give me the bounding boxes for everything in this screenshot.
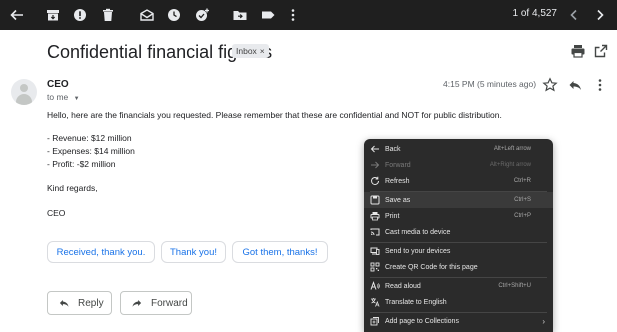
gmail-toolbar: 1 of 4,527 [0,0,617,30]
save-icon [370,195,380,205]
collections-icon [370,317,379,326]
email-body-greeting: Hello, here are the financials you reque… [47,110,502,120]
email-body-expenses: - Expenses: $14 million [47,146,135,156]
ctx-send-devices[interactable]: Send to your devices [364,243,553,259]
smart-reply-2[interactable]: Thank you! [161,241,226,263]
ctx-forward-label: Forward [385,161,411,169]
sender-name[interactable]: CEO [47,79,69,90]
print-icon [370,212,380,221]
back-arrow-icon[interactable] [7,5,27,25]
reply-button-label: Reply [78,297,104,309]
ctx-refresh-shortcut: Ctrl+R [513,178,531,184]
smart-reply-1[interactable]: Received, thank you. [47,241,155,263]
ctx-send-devices-label: Send to your devices [385,247,451,255]
ctx-translate[interactable]: Translate to English [364,294,553,310]
chevron-right-icon: › [542,316,545,326]
inbox-label-text: Inbox [236,46,257,56]
ctx-read-aloud[interactable]: Read aloud Ctrl+Shift+U [364,278,553,294]
ctx-read-aloud-label: Read aloud [385,282,421,290]
reply-icon [59,300,69,307]
archive-icon[interactable] [43,5,63,25]
recipient-text: to me [47,92,69,102]
print-all-icon[interactable] [570,43,586,59]
ctx-refresh[interactable]: Refresh Ctrl+R [364,173,553,189]
snooze-icon[interactable] [164,5,184,25]
add-to-tasks-icon[interactable] [192,5,212,25]
ctx-cast[interactable]: Cast media to device [364,224,553,240]
remove-label-icon[interactable]: × [260,46,265,56]
ctx-refresh-label: Refresh [385,177,410,185]
more-vert-icon[interactable] [283,5,303,25]
ctx-back[interactable]: Back Alt+Left arrow [364,141,553,157]
report-spam-icon[interactable] [70,5,90,25]
email-timestamp: 4:15 PM (5 minutes ago) [443,79,537,89]
move-to-icon[interactable] [230,5,250,25]
read-aloud-icon [370,281,380,290]
qr-code-icon [370,262,380,272]
translate-icon [371,298,380,307]
email-body-revenue: - Revenue: $12 million [47,133,132,143]
delete-icon[interactable] [98,5,118,25]
smart-reply-3[interactable]: Got them, thanks! [232,241,328,263]
ctx-cast-label: Cast media to device [385,228,451,236]
ctx-print-shortcut: Ctrl+P [514,213,531,219]
prev-icon[interactable] [564,5,584,25]
open-in-new-window-icon[interactable] [593,43,609,59]
ctx-forward-shortcut: Alt+Right arrow [489,162,531,168]
mark-unread-icon[interactable] [137,5,157,25]
ctx-qr-code[interactable]: Create QR Code for this page [364,259,553,275]
back-arrow-icon [370,145,379,153]
ctx-collections-label: Add page to Collections [385,317,459,325]
cast-icon [370,228,380,236]
label-icon[interactable] [258,5,278,25]
devices-icon [370,247,380,255]
email-body-profit: - Profit: -$2 million [47,159,116,169]
reply-button[interactable]: Reply [47,291,112,315]
ctx-qr-code-label: Create QR Code for this page [385,263,478,271]
email-body-signature: CEO [47,208,66,218]
forward-arrow-icon [371,161,380,169]
ctx-translate-label: Translate to English [385,298,447,306]
ctx-print-label: Print [385,212,400,220]
ctx-read-aloud-shortcut: Ctrl+Shift+U [498,283,531,289]
ctx-forward: Forward Alt+Right arrow [364,157,553,173]
inbox-label-chip[interactable]: Inbox × [232,44,269,58]
chevron-down-icon[interactable]: ▼ [74,96,80,102]
ctx-save-as-label: Save as [385,196,411,204]
forward-button-label: Forward [151,297,188,309]
more-vert-icon[interactable] [592,77,608,93]
ctx-back-label: Back [385,145,401,153]
ctx-collections[interactable]: Add page to Collections › [364,313,553,329]
sender-avatar[interactable] [11,79,37,105]
ctx-back-shortcut: Alt+Left arrow [493,146,531,152]
next-icon[interactable] [590,5,610,25]
ctx-print[interactable]: Print Ctrl+P [364,208,553,224]
forward-button[interactable]: Forward [120,291,192,315]
ctx-save-as-shortcut: Ctrl+S [514,197,531,203]
ctx-save-as[interactable]: Save as Ctrl+S [364,192,553,208]
forward-icon [132,300,142,307]
recipient-details[interactable]: to me ▼ [47,92,80,102]
browser-context-menu: Back Alt+Left arrow Forward Alt+Right ar… [364,139,553,332]
reply-icon[interactable] [567,77,583,93]
email-body-signoff: Kind regards, [47,183,98,193]
refresh-icon [371,176,379,185]
star-icon[interactable] [542,77,558,93]
message-counter: 1 of 4,527 [512,8,557,19]
